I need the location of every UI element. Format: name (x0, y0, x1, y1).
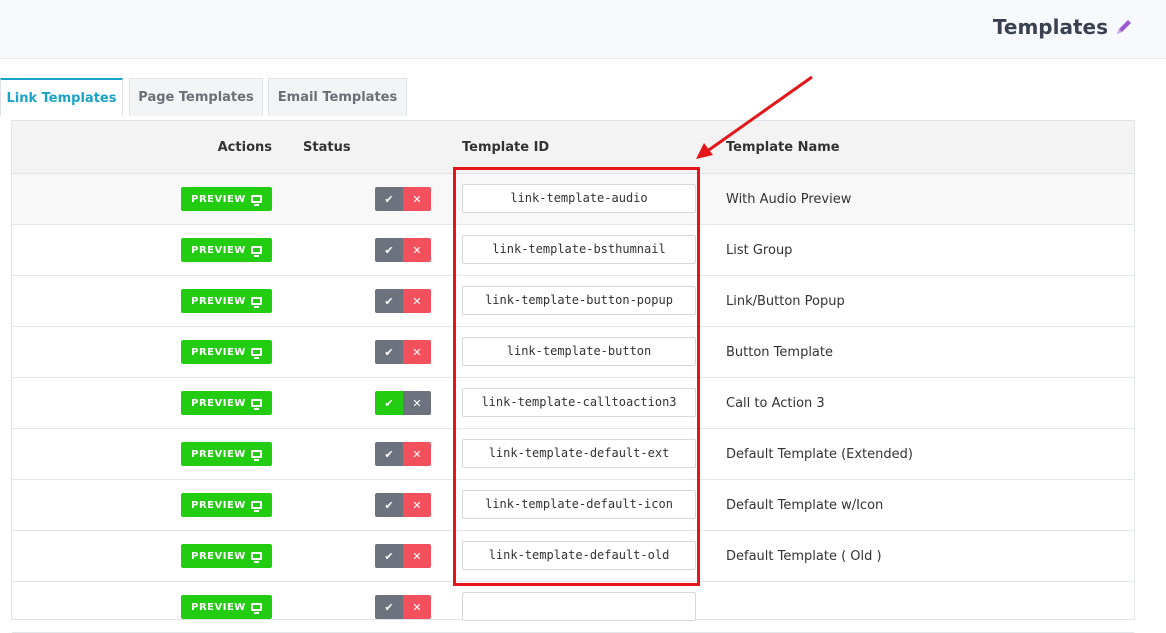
preview-button[interactable]: PREVIEW (181, 544, 272, 568)
disable-x-icon[interactable]: ✕ (403, 544, 431, 568)
enable-check-icon[interactable]: ✔ (375, 340, 403, 364)
preview-button[interactable]: PREVIEW (181, 391, 272, 415)
preview-button[interactable]: PREVIEW (181, 493, 272, 517)
disable-x-icon[interactable]: ✕ (403, 391, 431, 415)
table-row: PREVIEW ✔ ✕ link-template-default-old Defaul… (12, 531, 1134, 582)
template-name: Button Template (726, 345, 833, 360)
tab-link-templates[interactable]: Link Templates (0, 78, 123, 116)
table-header: Actions Status Template ID Template Name (12, 121, 1134, 174)
monitor-icon (250, 348, 262, 359)
template-id-field[interactable]: link-template-button (462, 337, 696, 366)
enable-check-icon[interactable]: ✔ (375, 289, 403, 313)
table-row: PREVIEW ✔ ✕ link-template-audio With Audio P… (12, 174, 1134, 225)
monitor-icon (250, 501, 262, 512)
status-toggle: ✔ ✕ (375, 442, 431, 466)
templates-table: Actions Status Template ID Template Name… (11, 120, 1135, 633)
preview-button-label: PREVIEW (191, 550, 246, 562)
disable-x-icon[interactable]: ✕ (403, 340, 431, 364)
template-id-field[interactable]: link-template-calltoaction3 (462, 388, 696, 417)
column-header-actions: Actions (217, 140, 272, 155)
preview-button-label: PREVIEW (191, 448, 246, 460)
disable-x-icon[interactable]: ✕ (403, 187, 431, 211)
preview-button-label: PREVIEW (191, 397, 246, 409)
status-toggle: ✔ ✕ (375, 187, 431, 211)
preview-button-label: PREVIEW (191, 244, 246, 256)
preview-button-label: PREVIEW (191, 193, 246, 205)
table-row: PREVIEW ✔ ✕ link-template-bsthumnail List Gr… (12, 225, 1134, 276)
preview-button[interactable]: PREVIEW (181, 187, 272, 211)
disable-x-icon[interactable]: ✕ (403, 238, 431, 262)
preview-button[interactable]: PREVIEW (181, 289, 272, 313)
template-id-field[interactable] (462, 592, 696, 621)
template-name: List Group (726, 243, 793, 258)
preview-button-label: PREVIEW (191, 295, 246, 307)
enable-check-icon[interactable]: ✔ (375, 238, 403, 262)
status-toggle: ✔ ✕ (375, 238, 431, 262)
monitor-icon (250, 450, 262, 461)
pencil-icon[interactable] (1114, 17, 1134, 37)
monitor-icon (250, 246, 262, 257)
disable-x-icon[interactable]: ✕ (403, 493, 431, 517)
monitor-icon (250, 399, 262, 410)
preview-button[interactable]: PREVIEW (181, 238, 272, 262)
template-id-field[interactable]: link-template-default-icon (462, 490, 696, 519)
column-header-template-name: Template Name (726, 140, 840, 155)
enable-check-icon[interactable]: ✔ (375, 187, 403, 211)
template-name: Call to Action 3 (726, 396, 825, 411)
page-title-text: Templates (992, 15, 1108, 39)
template-name: With Audio Preview (726, 192, 852, 207)
column-header-status: Status (303, 140, 351, 155)
disable-x-icon[interactable]: ✕ (403, 289, 431, 313)
tab-page-templates[interactable]: Page Templates (129, 78, 263, 116)
template-name: Default Template w/Icon (726, 498, 884, 513)
template-name: Default Template (Extended) (726, 447, 913, 462)
enable-check-icon[interactable]: ✔ (375, 442, 403, 466)
status-toggle: ✔ ✕ (375, 340, 431, 364)
status-toggle: ✔ ✕ (375, 493, 431, 517)
template-id-field[interactable]: link-template-default-old (462, 541, 696, 570)
status-toggle: ✔ ✕ (375, 391, 431, 415)
preview-button-label: PREVIEW (191, 499, 246, 511)
preview-button[interactable]: PREVIEW (181, 340, 272, 364)
page-title: Templates (993, 15, 1134, 39)
table-row: PREVIEW ✔ ✕ link-template-button-popup Link/… (12, 276, 1134, 327)
status-toggle: ✔ ✕ (375, 289, 431, 313)
table-row: PREVIEW ✔ ✕ link-template-default-ext Defaul… (12, 429, 1134, 480)
monitor-icon (250, 603, 262, 614)
table-row: PREVIEW ✔ ✕ link-template-calltoaction3 Call… (12, 378, 1134, 429)
template-id-field[interactable]: link-template-audio (462, 184, 696, 213)
status-toggle: ✔ ✕ (375, 544, 431, 568)
table-row: PREVIEW ✔ ✕ link-template-default-icon Defau… (12, 480, 1134, 531)
table-row: PREVIEW ✔ ✕ (12, 582, 1134, 633)
preview-button[interactable]: PREVIEW (181, 442, 272, 466)
template-tabs: Link Templates Page Templates Email Temp… (0, 78, 1166, 116)
preview-button-label: PREVIEW (191, 346, 246, 358)
page-header: Templates (0, 0, 1166, 59)
enable-check-icon[interactable]: ✔ (375, 493, 403, 517)
monitor-icon (250, 552, 262, 563)
monitor-icon (250, 297, 262, 308)
template-id-field[interactable]: link-template-bsthumnail (462, 235, 696, 264)
table-row: PREVIEW ✔ ✕ link-template-button Button Temp… (12, 327, 1134, 378)
enable-check-icon[interactable]: ✔ (375, 544, 403, 568)
template-name: Default Template ( Old ) (726, 549, 882, 564)
disable-x-icon[interactable]: ✕ (403, 442, 431, 466)
enable-check-icon[interactable]: ✔ (375, 391, 403, 415)
tab-email-templates[interactable]: Email Templates (268, 78, 407, 116)
template-id-field[interactable]: link-template-button-popup (462, 286, 696, 315)
template-name: Link/Button Popup (726, 294, 845, 309)
column-header-template-id: Template ID (462, 140, 550, 155)
monitor-icon (250, 195, 262, 206)
preview-button-label: PREVIEW (191, 601, 246, 613)
template-id-field[interactable]: link-template-default-ext (462, 439, 696, 468)
